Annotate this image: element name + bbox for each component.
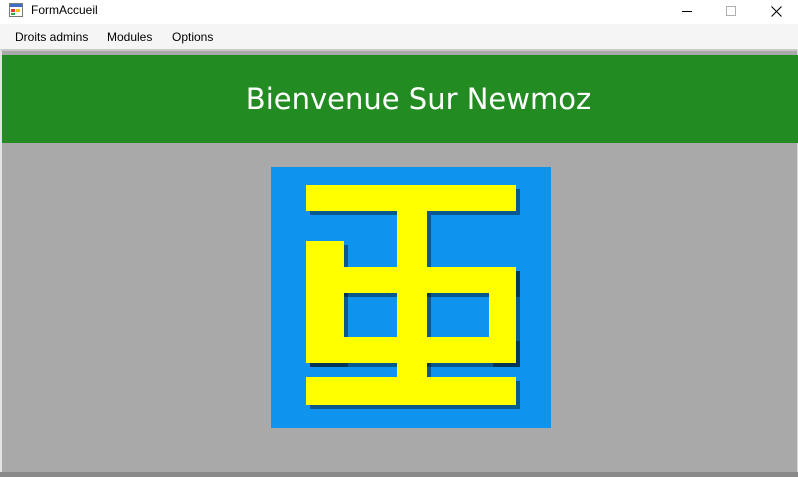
banner-title: Bienvenue Sur Newmoz <box>245 82 592 116</box>
client-area: Bienvenue Sur Newmoz <box>0 49 798 477</box>
menu-bar: Droits admins Modules Options <box>0 24 798 49</box>
close-button[interactable] <box>753 0 798 22</box>
maximize-icon <box>726 6 736 16</box>
newmoz-logo <box>271 167 551 428</box>
window-bottom-edge <box>0 472 798 477</box>
window-title: FormAccueil <box>31 3 98 17</box>
menu-item-options[interactable]: Options <box>172 30 213 44</box>
menu-item-droits-admins[interactable]: Droits admins <box>15 30 88 44</box>
title-bar[interactable]: FormAccueil <box>0 0 798 24</box>
maximize-button[interactable] <box>708 0 754 22</box>
welcome-banner: Bienvenue Sur Newmoz <box>2 55 798 143</box>
close-icon <box>770 5 782 17</box>
minimize-button[interactable] <box>664 0 710 22</box>
form-app-icon <box>9 3 23 17</box>
minimize-icon <box>682 11 692 12</box>
menu-item-modules[interactable]: Modules <box>107 30 152 44</box>
main-window: FormAccueil Droits admins Modules Option… <box>0 0 798 477</box>
